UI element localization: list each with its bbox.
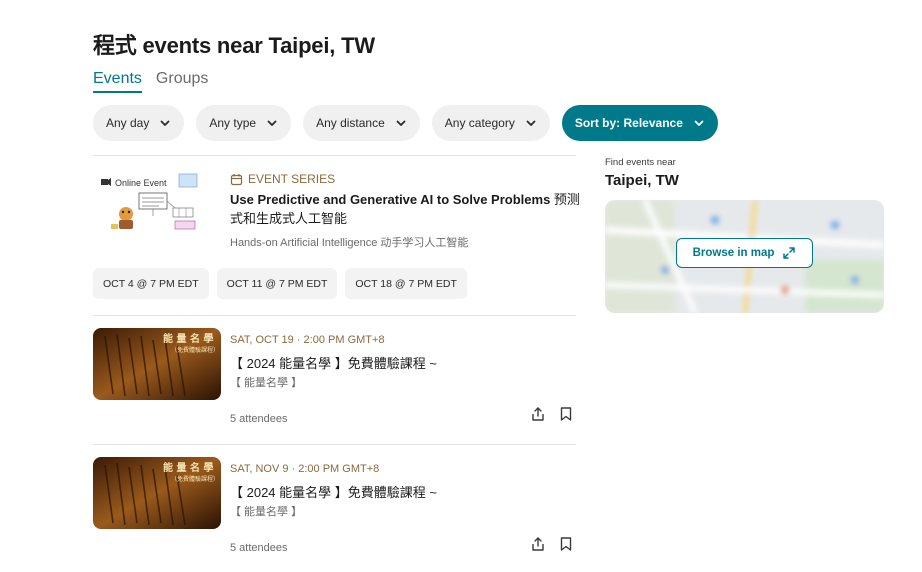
bookmark-icon[interactable]: [558, 536, 574, 552]
event-series-meta: EVENT SERIES: [230, 172, 335, 186]
event-group-name: 【 能量名學 】: [230, 377, 303, 389]
browse-in-map-label: Browse in map: [692, 247, 775, 259]
event-date: SAT, NOV 9 · 2:00 PM GMT+8: [230, 463, 380, 475]
share-icon[interactable]: [530, 406, 546, 422]
series-date-chip[interactable]: OCT 18 @ 7 PM EDT: [345, 268, 467, 299]
series-date-chip[interactable]: OCT 11 @ 7 PM EDT: [216, 268, 338, 299]
event-series-thumbnail[interactable]: Online Event: [93, 168, 205, 236]
divider: [93, 155, 576, 156]
filter-label: Any distance: [316, 116, 385, 130]
tab-events[interactable]: Events: [93, 70, 142, 93]
location-city[interactable]: Taipei, TW: [605, 172, 679, 189]
thumb-subline: （免費體驗課程）: [171, 346, 219, 354]
event-attendees: 5 attendees: [230, 542, 288, 554]
series-date-chip[interactable]: OCT 4 @ 7 PM EDT: [93, 268, 209, 299]
filter-any-category[interactable]: Any category: [431, 105, 550, 141]
event-title-link[interactable]: 【 2024 能量名學 】免費體驗課程 ~: [230, 353, 437, 372]
filter-bar: Any day Any type Any distance Any catego…: [93, 105, 718, 141]
event-thumbnail[interactable]: 能 量 名 學 （免費體驗課程）: [93, 328, 221, 400]
sort-button[interactable]: Sort by: Relevance: [561, 105, 718, 141]
share-icon[interactable]: [530, 536, 546, 552]
event-series-label: EVENT SERIES: [248, 172, 336, 186]
divider: [93, 315, 576, 316]
bookmark-icon[interactable]: [558, 406, 574, 422]
find-events-label: Find events near: [605, 157, 676, 168]
thumb-headline: 能 量 名 學: [163, 332, 213, 345]
event-title-link[interactable]: Use Predictive and Generative AI to Solv…: [230, 190, 580, 228]
chevron-down-icon: [160, 120, 170, 126]
expand-icon: [783, 247, 796, 259]
chevron-down-icon: [396, 120, 406, 126]
browse-in-map-button[interactable]: Browse in map: [676, 238, 813, 268]
filter-any-type[interactable]: Any type: [196, 105, 292, 141]
event-group-name: Hands-on Artificial Intelligence 动手学习人工智…: [230, 237, 469, 249]
thumb-subline: （免費體驗課程）: [171, 475, 219, 483]
filter-label: Any type: [209, 116, 257, 130]
event-title-link[interactable]: 【 2024 能量名學 】免費體驗課程 ~: [230, 482, 437, 501]
tab-bar: Events Groups: [93, 70, 208, 93]
page-title: 程式 events near Taipei, TW: [93, 33, 375, 58]
calligraphy-image: 能 量 名 學 （免費體驗課程）: [93, 457, 221, 529]
filter-any-distance[interactable]: Any distance: [303, 105, 420, 141]
series-repeat-icon: [230, 173, 243, 185]
event-date: SAT, OCT 19 · 2:00 PM GMT+8: [230, 334, 385, 346]
event-title-en: Use Predictive and Generative AI to Solv…: [230, 192, 554, 207]
divider: [93, 444, 576, 445]
filter-label: Any category: [444, 116, 515, 130]
event-attendees: 5 attendees: [230, 413, 288, 425]
chevron-down-icon: [694, 120, 704, 126]
event-thumbnail[interactable]: 能 量 名 學 （免費體驗課程）: [93, 457, 221, 529]
event-group-name: 【 能量名學 】: [230, 506, 303, 518]
tab-groups[interactable]: Groups: [156, 70, 208, 93]
online-event-label: Online Event: [115, 178, 167, 188]
filter-label: Any day: [106, 116, 150, 130]
series-dates: OCT 4 @ 7 PM EDT OCT 11 @ 7 PM EDT OCT 1…: [93, 268, 467, 299]
ai-diagram-image: Online Event: [101, 173, 198, 230]
chevron-down-icon: [526, 120, 536, 126]
calligraphy-image: 能 量 名 學 （免費體驗課程）: [93, 328, 221, 400]
chevron-down-icon: [267, 120, 277, 126]
filter-any-day[interactable]: Any day: [93, 105, 185, 141]
sort-label: Sort by: Relevance: [574, 116, 683, 130]
thumb-headline: 能 量 名 學: [163, 461, 213, 474]
